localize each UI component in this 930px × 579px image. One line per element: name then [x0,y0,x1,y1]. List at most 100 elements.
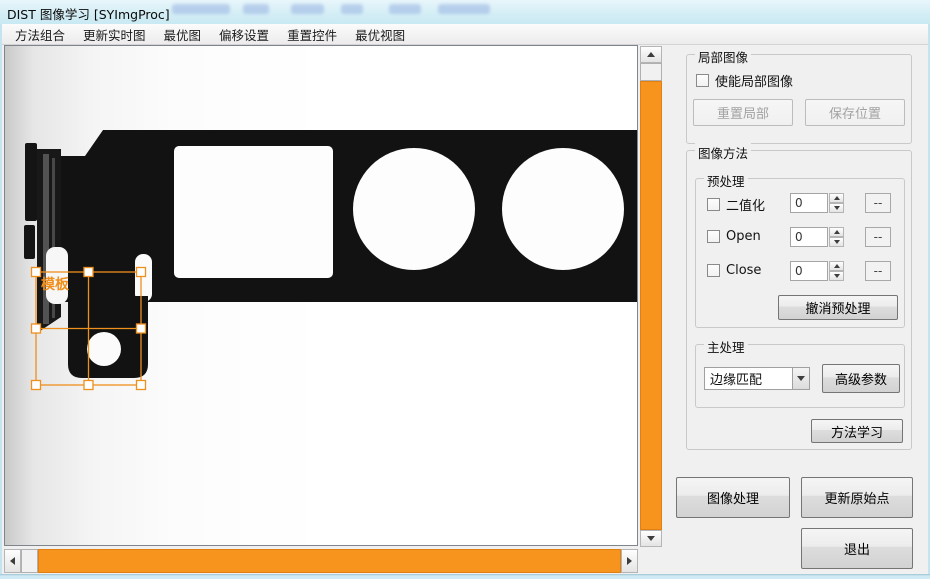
background-window-artifact [389,4,421,14]
menu-item-offset-settings[interactable]: 偏移设置 [210,23,278,46]
bracket-tab-lower [24,225,35,259]
cutout-slot-right [135,254,152,302]
main-process-group: 主处理 边缘匹配 高级参数 [695,344,905,408]
roi-handle[interactable] [137,381,146,390]
menu-item-best-image[interactable]: 最优图 [155,23,211,46]
scroll-right-button[interactable] [621,549,638,573]
spinner-up-icon [834,230,840,234]
cutout-rectangle [174,146,333,278]
window-title: DIST 图像学习 [SYImgProc] [7,4,170,23]
binarize-label: 二值化 [726,195,765,214]
title-bar[interactable]: DIST 图像学习 [SYImgProc] [0,0,930,25]
spinner-down-button[interactable] [829,237,844,247]
cutout-circle-1 [353,148,475,270]
open-value-input[interactable]: 0 [790,227,828,247]
save-position-button: 保存位置 [805,99,905,126]
binarize-checkbox-row[interactable]: 二值化 [707,195,765,214]
close-checkbox-row[interactable]: Close [707,263,761,278]
open-spinner[interactable] [829,227,844,247]
image-method-group-title: 图像方法 [695,143,751,162]
window-border-bottom [0,574,930,579]
checkbox-icon[interactable] [707,198,720,211]
background-window-artifact [291,4,324,14]
vertical-scroll-track[interactable] [640,81,662,530]
main-process-group-title: 主处理 [704,337,748,356]
spinner-up-button[interactable] [829,193,844,203]
image-process-button[interactable]: 图像处理 [676,477,790,518]
roi-handle[interactable] [137,268,146,277]
menu-item-update-live-image[interactable]: 更新实时图 [74,23,155,46]
chevron-down-icon [797,376,805,381]
undo-preprocess-button[interactable]: 撤消预处理 [778,295,898,320]
checkbox-icon[interactable] [696,74,709,87]
open-checkbox-row[interactable]: Open [707,229,761,244]
scroll-left-button[interactable] [4,549,21,573]
enable-local-image-checkbox-row[interactable]: 使能局部图像 [696,71,793,90]
cutout-circle-2 [502,148,624,270]
vertical-scroll-thumb[interactable] [640,63,662,81]
template-label: 模板 [41,276,70,293]
app-window: DIST 图像学习 [SYImgProc] 方法组合 更新实时图 最优图 偏移设… [0,0,930,579]
spinner-up-icon [834,264,840,268]
roi-handle[interactable] [84,381,93,390]
close-range-box: -- [865,261,891,281]
spinner-down-icon [834,206,840,210]
local-image-group: 局部图像 使能局部图像 重置局部 保存位置 [686,54,912,144]
scroll-down-button[interactable] [640,530,662,547]
background-window-artifact [243,4,269,14]
binarize-value-input[interactable]: 0 [790,193,828,213]
combo-dropdown-button[interactable] [792,368,809,389]
image-method-group: 图像方法 预处理 二值化 0 -- Open 0 [686,150,912,450]
spinner-down-button[interactable] [829,271,844,281]
advanced-params-button[interactable]: 高级参数 [822,364,900,393]
horizontal-scroll-thumb[interactable] [21,549,38,573]
exit-button[interactable]: 退出 [801,528,913,569]
method-learn-button[interactable]: 方法学习 [811,419,903,443]
close-value-input[interactable]: 0 [790,261,828,281]
image-canvas[interactable]: 模板 [4,45,638,546]
reset-local-button: 重置局部 [693,99,793,126]
method-select[interactable]: 边缘匹配 [704,367,810,390]
roi-handle[interactable] [32,381,41,390]
cutout-slot-left [46,247,68,304]
checkbox-icon[interactable] [707,264,720,277]
bracket-tab-upper [25,143,37,221]
binarize-range-box: -- [865,193,891,213]
checkbox-icon[interactable] [707,230,720,243]
method-select-value: 边缘匹配 [705,369,792,388]
open-label: Open [726,229,761,244]
preprocess-group-title: 预处理 [704,171,748,190]
menu-item-best-view[interactable]: 最优视图 [346,23,414,46]
spinner-up-button[interactable] [829,261,844,271]
horizontal-scrollbar[interactable] [4,549,638,573]
vertical-scrollbar[interactable] [640,46,662,547]
background-window-artifact [438,4,490,14]
arrow-down-icon [647,536,655,541]
local-image-group-title: 局部图像 [695,47,751,66]
spinner-down-button[interactable] [829,203,844,213]
roi-handle[interactable] [32,268,41,277]
arrow-right-icon [627,557,632,565]
binarize-spinner[interactable] [829,193,844,213]
roi-handle[interactable] [32,324,41,333]
background-window-artifact [341,4,363,14]
spinner-up-button[interactable] [829,227,844,237]
close-label: Close [726,263,761,278]
roi-handle[interactable] [84,268,93,277]
background-window-artifact [172,4,230,14]
menu-item-method-combo[interactable]: 方法组合 [6,23,74,46]
spinner-up-icon [834,196,840,200]
menu-item-reset-controls[interactable]: 重置控件 [278,23,346,46]
roi-handle[interactable] [137,324,146,333]
window-border-left [0,24,2,579]
scroll-up-button[interactable] [640,46,662,63]
open-range-box: -- [865,227,891,247]
arrow-up-icon [647,52,655,57]
update-origin-button[interactable]: 更新原始点 [801,477,913,518]
horizontal-scroll-track[interactable] [38,549,621,573]
close-spinner[interactable] [829,261,844,281]
menu-bar: 方法组合 更新实时图 最优图 偏移设置 重置控件 最优视图 [2,24,928,45]
bracket-image: 模板 [5,46,637,545]
spinner-down-icon [834,240,840,244]
arrow-left-icon [10,557,15,565]
